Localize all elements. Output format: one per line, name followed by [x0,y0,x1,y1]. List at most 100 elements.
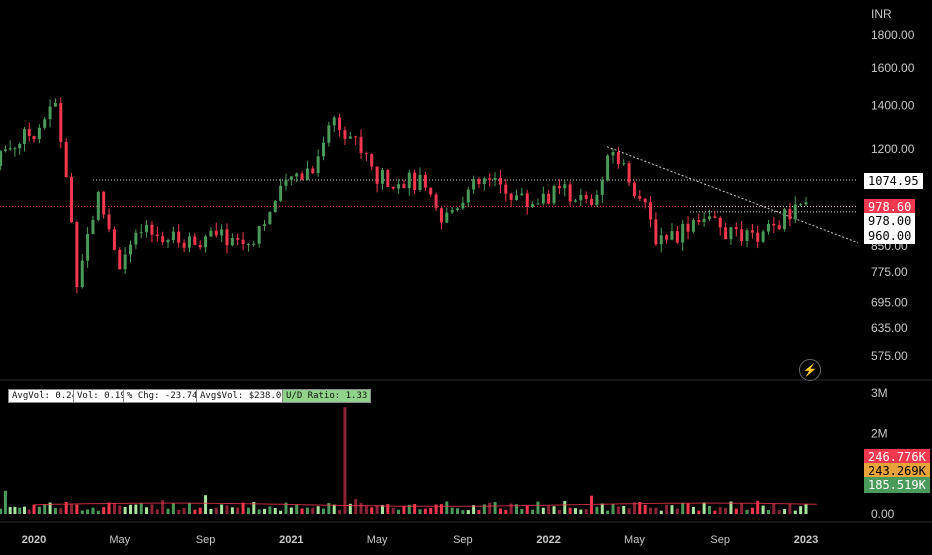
candle-body [64,141,68,178]
volume-bar [102,507,106,514]
candle-body [70,177,74,223]
candle-body [161,236,165,243]
candle-body [541,193,545,204]
candle-body [611,151,615,156]
time-tick-label: 2020 [22,534,46,546]
candle-body [257,226,261,244]
volume-bar [8,507,12,514]
candle-body [198,245,202,248]
volume-bar [670,505,674,514]
volume-bar [86,509,90,514]
volume-bar [536,501,540,514]
pct-chg-stat: % Chg: -23.74% [123,389,207,403]
candle-body [397,184,401,189]
candle-body [209,230,213,237]
candle-body [799,204,803,206]
candle-body [236,237,240,240]
candle-body [649,202,653,220]
candle-body [300,173,304,180]
candle-body [225,229,229,246]
candle-body [27,129,31,137]
volume-bar [541,507,545,514]
volume-bar [155,509,159,514]
candle-body [171,231,175,241]
candle-body [343,130,347,139]
volume-bar [27,509,31,514]
volume-bar [439,504,443,514]
candle-body [627,163,631,183]
candle-body [498,178,502,185]
volume-bar [3,490,7,514]
volume-bar [654,507,658,514]
volume-bar [493,502,497,514]
candle-body [182,242,186,248]
volume-bar [370,507,374,514]
candle-body [118,249,122,270]
volume-bar [718,507,722,514]
stock-chart[interactable]: 575.00635.00695.00775.00850.001200.00140… [0,0,932,550]
candle-body [783,209,787,230]
candle-body [86,233,90,261]
volume-bar [772,503,776,514]
volume-bar [568,507,572,514]
candle-body [263,224,267,227]
volume-bar [32,504,36,514]
volume-bar [375,505,379,514]
candle-body [155,234,159,237]
volume-bar [525,505,529,514]
volume-bar [665,504,669,514]
volume-bar [300,508,304,514]
candle-body [600,180,604,195]
price-tick-label: 775.00 [871,265,908,279]
volume-tick-label: 3M [871,386,888,400]
candle-body [311,168,315,173]
price-tag-960: 960.00 [864,228,916,244]
time-tick-label: 2021 [279,534,303,546]
candle-body [327,125,331,143]
volume-bar [204,495,208,514]
volume-bar [643,504,647,514]
candle-body [552,185,556,204]
lightning-icon[interactable]: ⚡ [799,359,821,381]
volume-bar [359,503,363,514]
candle-body [434,194,438,209]
candle-body [563,184,567,189]
candle-body [745,230,749,241]
volume-bar [724,507,728,514]
candle-body [91,219,95,234]
chart-stage[interactable]: 575.00 635.00 695.00 775.00 850.00 1200.00 140… [0,0,932,550]
volume-bar [37,506,41,514]
candle-body [777,225,781,230]
candle-body [450,210,454,213]
candle-body [145,224,149,233]
volume-bar [397,509,401,514]
candle-body [568,184,572,202]
candle-body [166,240,170,243]
volume-bar [573,508,577,514]
volume-bar [391,507,395,514]
volume-bar [461,510,465,514]
volume-bar [466,510,470,514]
volume-bar [734,508,738,514]
price-tick-label: 1200.00 [871,142,915,156]
volume-bar [783,508,787,514]
candle-body [129,244,132,255]
volume-bar [13,506,17,514]
candle-body [413,172,417,191]
candle-body [643,198,647,203]
volume-bar [193,509,197,514]
volume-bar [445,501,449,514]
candle-body [686,223,690,232]
candle-body [713,216,717,218]
price-tick-label: 1400.00 [871,99,915,113]
volume-bar [450,507,454,514]
volume-bar [18,507,22,514]
candle-body [557,185,561,189]
candle-body [429,187,433,195]
volume-bar [322,508,325,514]
volume-bar [316,506,320,514]
volume-bar [740,503,744,514]
candle-body [423,174,427,188]
time-tick-label: May [109,534,130,546]
volume-bar [745,509,749,514]
